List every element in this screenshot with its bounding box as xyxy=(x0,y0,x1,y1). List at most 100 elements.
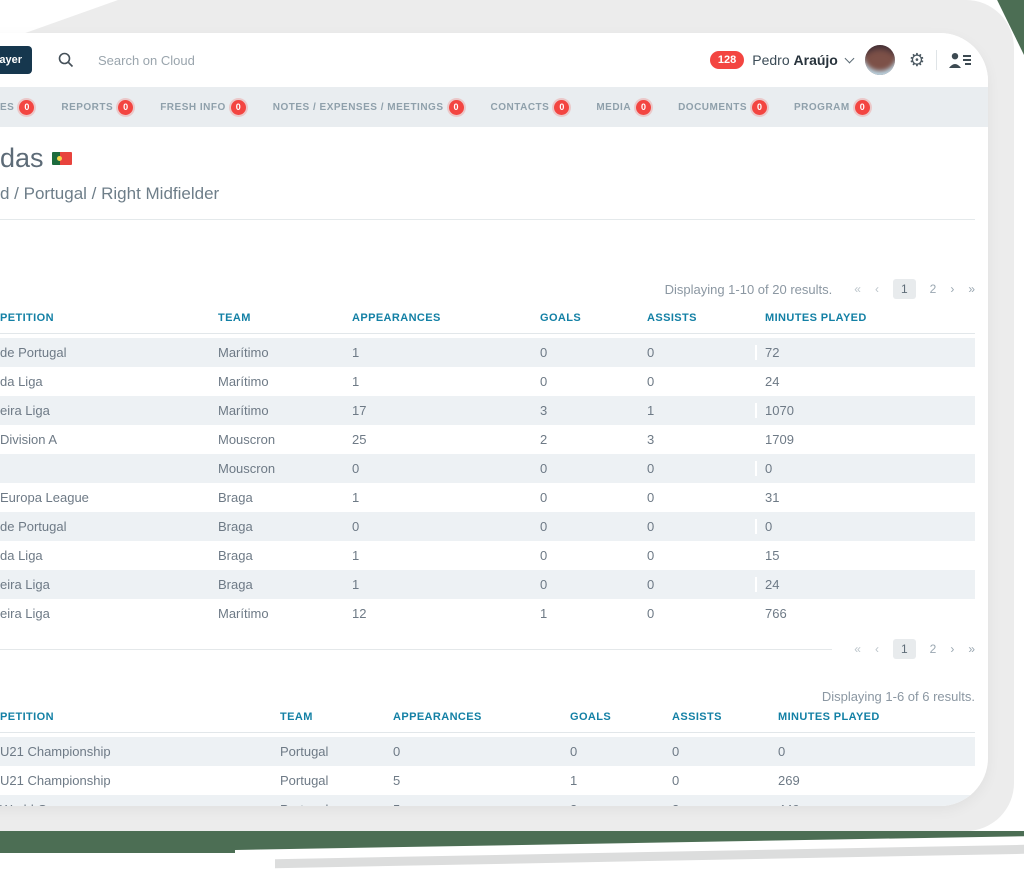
nav-tab[interactable]: REPORTS 0 xyxy=(61,100,133,115)
chevron-down-icon[interactable] xyxy=(844,54,854,64)
cell-team: Marítimo xyxy=(218,606,352,621)
nav-tab-count-badge: 0 xyxy=(752,100,767,115)
pagination-prev[interactable]: ‹ xyxy=(875,282,879,296)
pagination-next[interactable]: › xyxy=(950,642,954,656)
table-row[interactable]: Mouscron 0 0 0 0 xyxy=(0,454,975,483)
cell-team: Portugal xyxy=(280,802,393,806)
cell-minutes: 449 xyxy=(778,802,975,806)
column-header: PETITION xyxy=(0,312,218,324)
club-stats-table: de Portugal Marítimo 1 0 0 72 da Liga Ma… xyxy=(0,338,975,628)
user-menu[interactable]: 128 Pedro Araújo ⚙ xyxy=(710,45,972,75)
pagination-prev[interactable]: ‹ xyxy=(875,642,879,656)
cell-appearances: 5 xyxy=(393,802,570,806)
table-row[interactable]: eira Liga Marítimo 12 1 0 766 xyxy=(0,599,975,628)
table-row[interactable]: U21 Championship Portugal 5 1 0 269 xyxy=(0,766,975,795)
cell-assists: 0 xyxy=(647,490,755,505)
cell-minutes: 0 xyxy=(755,519,975,534)
pagination-page-1[interactable]: 1 xyxy=(893,639,916,659)
table-row[interactable]: da Liga Marítimo 1 0 0 24 xyxy=(0,367,975,396)
nav-tab[interactable]: CONTACTS 0 xyxy=(491,100,570,115)
pagination-next[interactable]: › xyxy=(950,282,954,296)
gear-icon[interactable]: ⚙ xyxy=(909,51,925,69)
search-icon[interactable] xyxy=(58,52,74,68)
column-header: TEAM xyxy=(280,711,393,723)
pagination-last[interactable]: » xyxy=(968,282,975,296)
table-row[interactable]: de Portugal Marítimo 1 0 0 72 xyxy=(0,338,975,367)
cell-assists: 3 xyxy=(647,432,755,447)
search-input[interactable] xyxy=(98,53,710,68)
top-header: Player 128 Pedro Araújo ⚙ xyxy=(0,33,988,87)
column-header: PETITION xyxy=(0,711,280,723)
cell-competition: World Cup xyxy=(0,802,280,806)
column-header: TEAM xyxy=(218,312,352,324)
cell-assists: 0 xyxy=(647,577,755,592)
national-stats-table: U21 Championship Portugal 0 0 0 0 U21 Ch… xyxy=(0,737,975,806)
user-admin-icon[interactable] xyxy=(948,52,972,69)
notification-badge[interactable]: 128 xyxy=(710,51,744,69)
table-row[interactable]: Division A Mouscron 25 2 3 1709 xyxy=(0,425,975,454)
table-row[interactable]: de Portugal Braga 0 0 0 0 xyxy=(0,512,975,541)
pagination-last[interactable]: » xyxy=(968,642,975,656)
nav-tab-label: FRESH INFO xyxy=(160,102,226,113)
cell-appearances: 0 xyxy=(352,461,540,476)
player-details: d / Portugal / Right Midfielder xyxy=(0,183,975,205)
cell-goals: 0 xyxy=(540,548,647,563)
column-header: APPEARANCES xyxy=(393,711,570,723)
cell-assists: 0 xyxy=(672,744,778,759)
nav-tab[interactable]: PROGRAM 0 xyxy=(794,100,870,115)
table-row[interactable]: eira Liga Braga 1 0 0 24 xyxy=(0,570,975,599)
nav-tab[interactable]: MEDIA 0 xyxy=(596,100,651,115)
avatar[interactable] xyxy=(865,45,895,75)
player-button[interactable]: Player xyxy=(0,46,32,74)
cell-assists: 0 xyxy=(647,548,755,563)
table-row[interactable]: da Liga Braga 1 0 0 15 xyxy=(0,541,975,570)
table-row[interactable]: U21 Championship Portugal 0 0 0 0 xyxy=(0,737,975,766)
nav-tab[interactable]: ES 0 xyxy=(0,100,34,115)
cell-appearances: 12 xyxy=(352,606,540,621)
nav-tab[interactable]: DOCUMENTS 0 xyxy=(678,100,767,115)
nav-tab-label: MEDIA xyxy=(596,102,631,113)
nav-tab[interactable]: FRESH INFO 0 xyxy=(160,100,246,115)
nav-tab-label: ES xyxy=(0,102,14,113)
nav-tab-count-badge: 0 xyxy=(118,100,133,115)
cell-appearances: 1 xyxy=(352,345,540,360)
cell-minutes: 31 xyxy=(755,490,975,505)
cell-team: Portugal xyxy=(280,773,393,788)
cell-minutes: 24 xyxy=(755,577,975,592)
cell-competition: Division A xyxy=(0,432,218,447)
pagination-bottom: « ‹ 1 2 › » xyxy=(854,639,975,659)
pagination-page-2[interactable]: 2 xyxy=(930,282,937,296)
cell-appearances: 5 xyxy=(393,773,570,788)
table-row[interactable]: eira Liga Marítimo 17 3 1 1070 xyxy=(0,396,975,425)
cell-team: Braga xyxy=(218,490,352,505)
cell-goals: 0 xyxy=(540,519,647,534)
cell-assists: 0 xyxy=(647,345,755,360)
cell-competition: de Portugal xyxy=(0,519,218,534)
cell-team: Portugal xyxy=(280,744,393,759)
nav-tab[interactable]: NOTES / EXPENSES / MEETINGS 0 xyxy=(273,100,464,115)
pagination-page-2[interactable]: 2 xyxy=(930,642,937,656)
app-window: Player 128 Pedro Araújo ⚙ xyxy=(0,33,988,806)
cell-competition: eira Liga xyxy=(0,403,218,418)
cell-minutes: 0 xyxy=(778,744,975,759)
pagination-page-1[interactable]: 1 xyxy=(893,279,916,299)
column-header: GOALS xyxy=(540,312,647,324)
column-header: ASSISTS xyxy=(672,711,778,723)
table-row[interactable]: World Cup Portugal 5 2 2 449 xyxy=(0,795,975,806)
cell-appearances: 1 xyxy=(352,548,540,563)
results-count: Displaying 1-10 of 20 results. xyxy=(665,282,833,297)
cell-minutes: 269 xyxy=(778,773,975,788)
column-header: MINUTES PLAYED xyxy=(755,312,975,324)
pagination-first[interactable]: « xyxy=(854,282,861,296)
cell-goals: 2 xyxy=(540,432,647,447)
cell-team: Braga xyxy=(218,548,352,563)
cell-assists: 0 xyxy=(647,519,755,534)
nav-tab-label: DOCUMENTS xyxy=(678,102,747,113)
national-stats-header: PETITION TEAM APPEARANCES GOALS ASSISTS … xyxy=(0,711,975,733)
user-last-name: Araújo xyxy=(794,52,838,68)
cell-assists: 0 xyxy=(647,461,755,476)
table-row[interactable]: Europa League Braga 1 0 0 31 xyxy=(0,483,975,512)
cell-appearances: 1 xyxy=(352,374,540,389)
pagination-first[interactable]: « xyxy=(854,642,861,656)
cell-minutes: 15 xyxy=(755,548,975,563)
